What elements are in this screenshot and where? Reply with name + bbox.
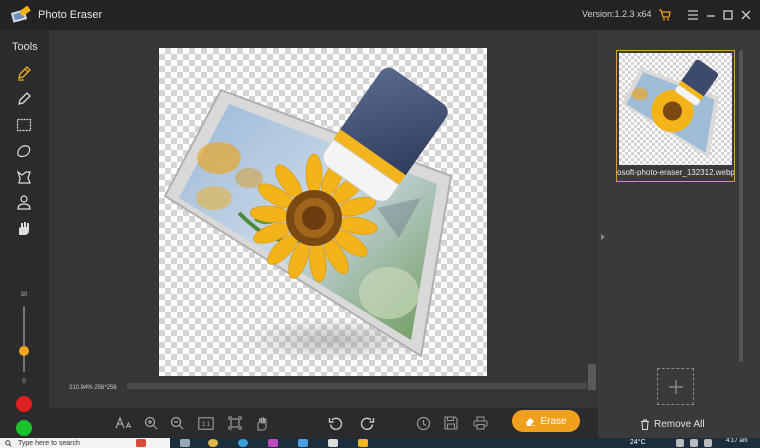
brush-size-min: 0 <box>22 379 26 385</box>
lasso-select-icon[interactable] <box>14 141 34 161</box>
windows-taskbar: Type here to search 24°C 4:17 am <box>0 438 760 448</box>
actual-size-button[interactable]: 1:1 <box>197 414 215 432</box>
app-logo-icon <box>10 5 31 23</box>
file-list-panel: osoft-photo-eraser_132312.webp Remove Al… <box>598 30 760 438</box>
minimize-icon[interactable] <box>703 7 719 23</box>
canvas-area: 210.94% 256*256 <box>49 30 598 408</box>
history-icon[interactable] <box>414 414 432 432</box>
photo-eraser-logo-image <box>163 67 453 362</box>
hand-pan-icon[interactable] <box>253 414 271 432</box>
brush-size-max: 30 <box>20 292 28 298</box>
collapse-panel-icon[interactable] <box>601 234 605 240</box>
tray-icon[interactable] <box>676 439 684 447</box>
taskbar-news-icon[interactable] <box>136 439 146 447</box>
brush-size-slider[interactable] <box>23 306 25 372</box>
undo-icon[interactable] <box>326 414 344 432</box>
redo-icon[interactable] <box>358 414 376 432</box>
print-icon[interactable] <box>471 414 489 432</box>
zoom-out-icon[interactable] <box>168 414 186 432</box>
settings-icon[interactable] <box>328 439 338 447</box>
cart-icon[interactable] <box>656 7 672 23</box>
restore-color-dot[interactable] <box>16 396 32 412</box>
remove-all-label: Remove All <box>654 419 705 430</box>
save-icon[interactable] <box>442 414 460 432</box>
tools-panel: Tools 30 0 <box>0 30 49 438</box>
zoom-info: 210.94% 256*256 <box>69 385 117 391</box>
app-title: Photo Eraser <box>38 9 103 21</box>
erase-button-label: Erase <box>540 415 567 427</box>
version-label: Version:1.2.3 x64 <box>582 9 652 19</box>
photos-icon[interactable] <box>298 439 308 447</box>
brush-size-thumb[interactable] <box>19 346 29 356</box>
image-canvas[interactable] <box>159 48 487 376</box>
auto-text-icon[interactable] <box>114 414 132 432</box>
eraser-icon <box>526 418 536 426</box>
taskbar-search-placeholder: Type here to search <box>18 439 80 447</box>
polygon-select-icon[interactable] <box>14 167 34 187</box>
edge-icon[interactable] <box>238 439 248 447</box>
file-list-scrollbar[interactable] <box>739 50 743 362</box>
close-icon[interactable] <box>738 7 754 23</box>
zoom-in-icon[interactable] <box>142 414 160 432</box>
actual-size-label: 1:1 <box>202 422 211 428</box>
search-icon <box>5 440 12 447</box>
file-name-label: osoft-photo-eraser_132312.webp <box>617 168 734 177</box>
photo-eraser-taskbar-icon[interactable] <box>358 439 368 447</box>
taskbar-app-icon[interactable] <box>268 439 278 447</box>
maximize-icon[interactable] <box>720 7 736 23</box>
brush-icon[interactable] <box>14 89 34 109</box>
taskbar-weather[interactable]: 24°C <box>630 439 646 446</box>
trash-icon <box>641 419 649 430</box>
plus-icon <box>668 379 683 394</box>
file-thumbnail-image <box>619 53 732 165</box>
vertical-scrollbar[interactable] <box>588 364 596 390</box>
keep-color-dot[interactable] <box>16 420 32 436</box>
file-thumbnail-card[interactable]: osoft-photo-eraser_132312.webp <box>616 50 735 182</box>
tools-label: Tools <box>12 41 38 53</box>
remove-all-button[interactable]: Remove All <box>640 419 705 430</box>
bottom-toolbar: 1:1 Erase <box>49 408 598 438</box>
menu-icon[interactable] <box>685 7 701 23</box>
hand-erase-icon[interactable] <box>14 218 34 238</box>
erase-button[interactable]: Erase <box>512 410 580 432</box>
horizontal-scrollbar[interactable] <box>127 383 587 389</box>
title-bar: Photo Eraser Version:1.2.3 x64 <box>0 0 760 30</box>
chrome-icon[interactable] <box>208 439 218 447</box>
volume-icon[interactable] <box>704 439 712 447</box>
task-view-icon[interactable] <box>180 439 190 447</box>
network-icon[interactable] <box>690 439 698 447</box>
taskbar-clock[interactable]: 4:17 am <box>726 438 748 444</box>
person-select-icon[interactable] <box>14 192 34 212</box>
smart-brush-icon[interactable] <box>14 63 34 83</box>
add-image-button[interactable] <box>657 368 694 405</box>
fit-screen-icon[interactable] <box>226 414 244 432</box>
rectangle-select-icon[interactable] <box>14 115 34 135</box>
